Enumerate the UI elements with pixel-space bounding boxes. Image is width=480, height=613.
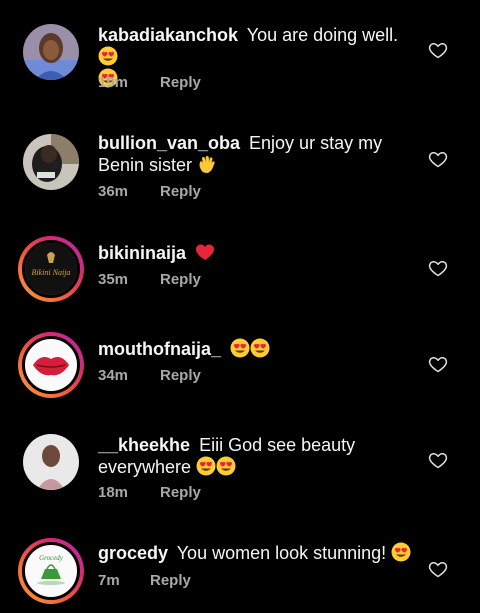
heart-eyes-emoji [216, 456, 236, 476]
like-heart-icon[interactable] [428, 559, 448, 579]
reply-button[interactable]: Reply [160, 183, 201, 200]
heart-eyes-emoji [196, 456, 216, 476]
heart-eyes-emoji [250, 338, 270, 358]
red-heart-emoji [196, 244, 215, 260]
comment-meta: 18m Reply [98, 484, 201, 501]
comment-text: bullion_van_oba Enjoy ur stay my Benin s… [98, 132, 418, 176]
comment-username[interactable]: bullion_van_oba [98, 133, 240, 153]
comment-timestamp: 18m [98, 484, 129, 501]
avatar-image: Bikini Naija [22, 240, 80, 298]
waving-hand-emoji [199, 155, 215, 174]
comment-username[interactable]: grocedy [98, 543, 168, 563]
reply-button[interactable]: Reply [160, 271, 201, 288]
reply-button[interactable]: Reply [160, 367, 201, 384]
avatar-logo-text: Grocedy [39, 554, 64, 562]
like-heart-icon[interactable] [428, 149, 448, 169]
avatar-image [23, 24, 79, 80]
comment-timestamp: 7m [98, 572, 120, 589]
avatar[interactable] [23, 134, 79, 190]
avatar-image [23, 134, 79, 190]
comment-meta: 19m Reply [98, 74, 201, 91]
reply-button[interactable]: Reply [160, 484, 201, 501]
avatar-logo-text: Bikini Naija [32, 268, 71, 277]
comment-timestamp: 34m [98, 367, 129, 384]
comment-meta: 7m Reply [98, 572, 191, 589]
comment-timestamp: 19m [98, 74, 129, 91]
comment-username[interactable]: mouthofnaija_ [98, 339, 221, 359]
avatar[interactable] [23, 24, 79, 80]
comment-meta: 34m Reply [98, 367, 201, 384]
comment-text: __kheekhe Eiii God see beauty everywhere [98, 434, 418, 478]
avatar-story-ring[interactable]: Bikini Naija [18, 236, 84, 302]
comment-meta: 35m Reply [98, 271, 201, 288]
avatar-image [23, 434, 79, 490]
like-heart-icon[interactable] [428, 40, 448, 60]
avatar-story-ring[interactable] [18, 332, 84, 398]
comment-body: You are doing well. [242, 25, 399, 45]
comment-text: grocedy You women look stunning! [98, 542, 418, 564]
reply-button[interactable]: Reply [150, 572, 191, 589]
comment-timestamp: 35m [98, 271, 129, 288]
comment-username[interactable]: __kheekhe [98, 435, 190, 455]
comment-text: mouthofnaija_ [98, 338, 418, 360]
comment-username[interactable]: bikininaija [98, 243, 186, 263]
heart-eyes-emoji [230, 338, 250, 358]
avatar-image [22, 336, 80, 394]
avatar[interactable] [23, 434, 79, 490]
heart-eyes-emoji [391, 542, 411, 562]
comment-meta: 36m Reply [98, 183, 201, 200]
comment-timestamp: 36m [98, 183, 129, 200]
reply-button[interactable]: Reply [160, 74, 201, 91]
like-heart-icon[interactable] [428, 354, 448, 374]
comment-text: bikininaija [98, 242, 418, 264]
heart-eyes-emoji [98, 46, 118, 66]
avatar-story-ring[interactable]: Grocedy [18, 538, 84, 604]
comment-body: You women look stunning! [172, 543, 392, 563]
like-heart-icon[interactable] [428, 258, 448, 278]
avatar-image: Grocedy [22, 542, 80, 600]
comment-username[interactable]: kabadiakanchok [98, 25, 238, 45]
like-heart-icon[interactable] [428, 450, 448, 470]
